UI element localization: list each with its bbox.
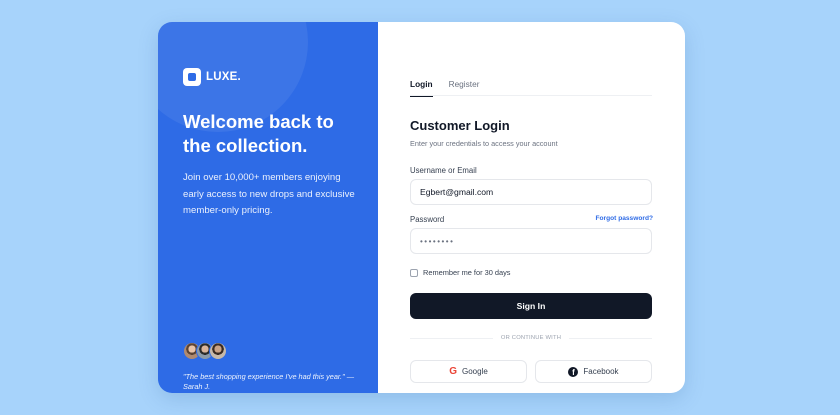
brand-logo[interactable]: LUXE. — [183, 68, 241, 86]
form-title: Customer Login — [410, 118, 510, 133]
facebook-button[interactable]: f Facebook — [535, 360, 652, 383]
google-button[interactable]: G Google — [410, 360, 527, 383]
tab-register[interactable]: Register — [449, 78, 480, 96]
username-input[interactable]: Egbert@gmail.com — [410, 179, 652, 205]
auth-tabs: Login Register — [410, 78, 652, 97]
avatar — [209, 342, 227, 360]
promo-panel: LUXE. Welcome back to the collection. Jo… — [158, 22, 378, 393]
social-divider: OR CONTINUE WITH — [410, 335, 653, 341]
sign-in-button[interactable]: Sign In — [410, 293, 652, 319]
tab-login[interactable]: Login — [410, 78, 433, 97]
testimonial-quote: "The best shopping experience I've had t… — [183, 372, 354, 391]
google-label: Google — [461, 367, 488, 376]
remember-me[interactable]: Remember me for 30 days — [410, 268, 511, 277]
divider-line — [410, 337, 493, 339]
facebook-icon: f — [568, 366, 579, 377]
divider-line — [569, 337, 653, 339]
divider-text: OR CONTINUE WITH — [500, 335, 562, 341]
facebook-label: Facebook — [583, 367, 619, 376]
password-input[interactable]: •••••••• — [410, 228, 652, 254]
luxe-logo-icon — [183, 68, 201, 86]
password-label: Password — [410, 215, 445, 224]
google-icon: G — [449, 365, 457, 377]
username-label: Username or Email — [410, 166, 477, 175]
form-subtitle: Enter your credentials to access your ac… — [410, 139, 558, 148]
member-avatars — [183, 342, 227, 360]
hero-description: Join over 10,000+ members enjoying early… — [183, 172, 355, 216]
login-panel: Login Register Customer Login Enter your… — [378, 22, 685, 393]
remember-checkbox[interactable] — [410, 268, 418, 277]
remember-label: Remember me for 30 days — [423, 268, 511, 277]
login-card: LUXE. Welcome back to the collection. Jo… — [158, 22, 685, 393]
hero-title: Welcome back to the collection. — [183, 111, 334, 156]
brand-name: LUXE. — [206, 71, 241, 83]
forgot-password-link[interactable]: Forgot password? — [595, 215, 653, 222]
